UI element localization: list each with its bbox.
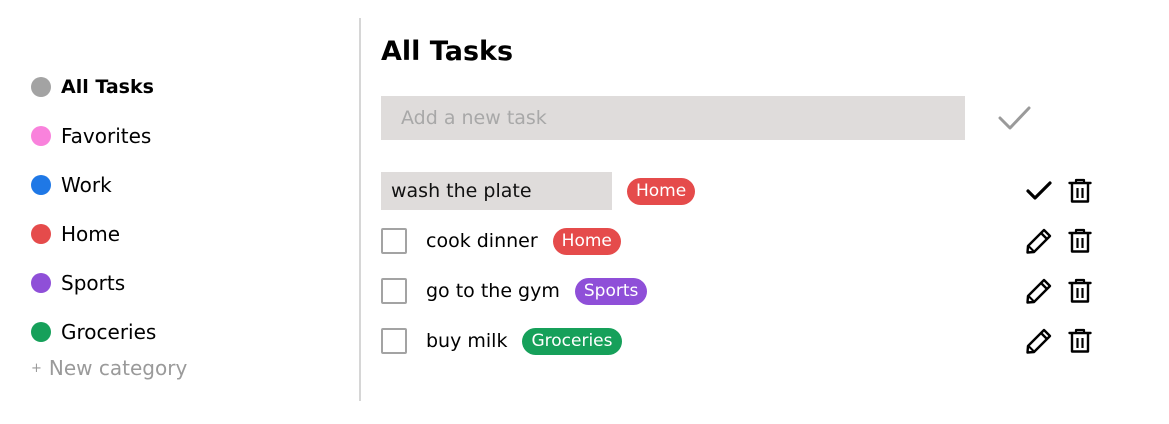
sidebar-item-label: Home (61, 221, 121, 246)
task-text: buy milk (426, 330, 508, 352)
add-task-input[interactable] (381, 96, 965, 140)
add-task-confirm-button[interactable] (997, 104, 1033, 134)
trash-icon (1068, 178, 1092, 203)
sidebar-item-label: Work (61, 172, 112, 197)
edit-task-button[interactable] (1025, 277, 1053, 305)
category-dot-icon (31, 272, 51, 293)
sidebar-item-label: Groceries (61, 319, 157, 344)
sidebar-divider (359, 18, 361, 401)
sidebar-item-label: All Tasks (61, 75, 154, 98)
task-checkbox[interactable] (381, 328, 407, 354)
category-dot-icon (31, 174, 51, 195)
trash-icon (1068, 328, 1092, 353)
task-checkbox[interactable] (381, 278, 407, 304)
task-actions (1025, 227, 1094, 255)
task-text: go to the gym (426, 280, 560, 302)
category-list: All Tasks Favorites Work Home Sports Gro… (31, 62, 156, 356)
task-row: Home (381, 171, 1101, 211)
sidebar-item-work[interactable]: Work (31, 160, 156, 209)
task-checkbox[interactable] (381, 228, 407, 254)
delete-task-button[interactable] (1066, 327, 1094, 355)
task-category-tag: Home (627, 177, 696, 205)
sidebar-item-groceries[interactable]: Groceries (31, 307, 156, 356)
new-category-label: New category (48, 356, 188, 380)
trash-icon (1068, 278, 1092, 303)
edit-task-button[interactable] (1025, 327, 1053, 355)
task-category-tag: Home (552, 227, 621, 255)
task-category-tag: Groceries (522, 327, 622, 355)
task-category-tag: Sports (574, 277, 648, 305)
task-row: go to the gym Sports (381, 271, 1101, 311)
sidebar-item-favorites[interactable]: Favorites (31, 111, 156, 160)
delete-task-button[interactable] (1066, 227, 1094, 255)
task-actions (1025, 177, 1094, 205)
main-panel: All Tasks Home (381, 0, 1141, 424)
category-dot-icon (31, 321, 51, 342)
task-actions (1025, 327, 1094, 355)
check-icon (998, 106, 1031, 130)
category-dot-icon (31, 76, 51, 97)
delete-task-button[interactable] (1066, 177, 1094, 205)
delete-task-button[interactable] (1066, 277, 1094, 305)
task-row: cook dinner Home (381, 221, 1101, 261)
trash-icon (1068, 228, 1092, 253)
sidebar-item-home[interactable]: Home (31, 209, 156, 258)
page-title: All Tasks (381, 36, 514, 67)
check-icon (1026, 181, 1052, 200)
sidebar-item-label: Sports (61, 270, 126, 295)
task-row: buy milk Groceries (381, 321, 1101, 361)
task-edit-input[interactable] (381, 172, 612, 210)
save-task-button[interactable] (1025, 177, 1053, 205)
category-dot-icon (31, 223, 51, 244)
pencil-icon (1026, 278, 1052, 304)
category-dot-icon (31, 125, 51, 146)
task-actions (1025, 277, 1094, 305)
sidebar: All Tasks Favorites Work Home Sports Gro… (0, 0, 360, 424)
sidebar-item-label: Favorites (61, 123, 152, 148)
pencil-icon (1026, 328, 1052, 354)
todo-app: All Tasks Favorites Work Home Sports Gro… (0, 0, 1169, 424)
sidebar-item-sports[interactable]: Sports (31, 258, 156, 307)
task-text: cook dinner (426, 230, 538, 252)
pencil-icon (1026, 228, 1052, 254)
new-category-button[interactable]: + New category (31, 356, 187, 380)
sidebar-item-all-tasks[interactable]: All Tasks (31, 62, 156, 111)
edit-task-button[interactable] (1025, 227, 1053, 255)
plus-icon: + (31, 360, 42, 376)
